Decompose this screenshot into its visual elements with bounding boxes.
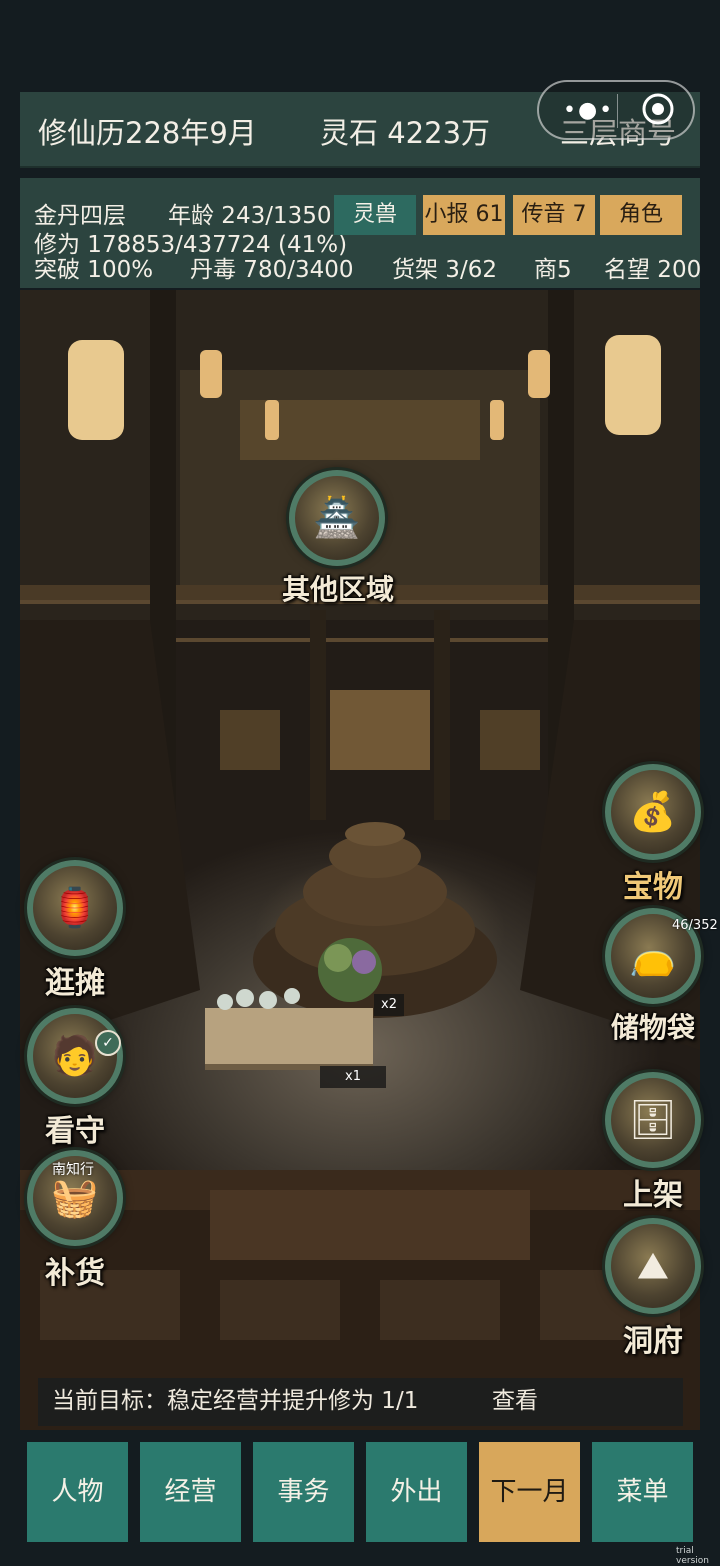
character-tag-button[interactable]: 角色	[600, 195, 682, 235]
storage-count: 46/352	[672, 918, 718, 933]
breakthrough-text: 突破 100%	[34, 257, 154, 283]
goal-view-link[interactable]: 查看	[492, 1378, 538, 1424]
treasure-label: 宝物	[623, 870, 683, 905]
list-goods-hotspot[interactable]: 🗄 上架	[600, 1072, 706, 1214]
nav-affairs-button[interactable]: 事务	[253, 1442, 354, 1542]
nav-outing-button[interactable]: 外出	[366, 1442, 467, 1542]
message-button[interactable]: 传音 7	[513, 195, 595, 235]
calendar-date: 修仙历228年9月	[38, 116, 257, 150]
shelves-text: 货架 3/62	[392, 257, 497, 283]
stall-hotspot[interactable]: 🏮 逛摊	[22, 860, 128, 1002]
other-areas-label: 其他区域	[282, 573, 395, 606]
merchants-text: 商5	[534, 257, 572, 283]
nav-business-button[interactable]: 经营	[140, 1442, 241, 1542]
current-goal-bar: 当前目标：稳定经营并提升修为 1/1 查看	[38, 1378, 683, 1426]
cave-hotspot[interactable]: ⛰ 洞府	[600, 1218, 706, 1360]
guard-hotspot[interactable]: 🧑 ✓ 看守	[22, 1008, 128, 1150]
trial-watermark: trial version	[676, 1546, 709, 1566]
treasure-hotspot[interactable]: 💰 宝物	[600, 764, 706, 906]
target-icon[interactable]	[641, 92, 675, 126]
spirit-stone-count: 灵石 4223万	[320, 116, 491, 150]
goal-text: 当前目标：稳定经营并提升修为 1/1	[52, 1388, 419, 1414]
stall-label: 逛摊	[45, 966, 105, 1001]
herb-quantity: x2	[374, 994, 404, 1016]
nav-next-month-button[interactable]: 下一月	[479, 1442, 580, 1542]
mini-program-capsule[interactable]: •●•	[537, 80, 695, 140]
more-dots-icon[interactable]: •●•	[563, 98, 614, 123]
cave-icon: ⛰	[605, 1218, 701, 1314]
restock-label: 补货	[45, 1256, 105, 1291]
pottery-quantity: x1	[320, 1066, 386, 1088]
nav-character-button[interactable]: 人物	[27, 1442, 128, 1542]
nav-menu-button[interactable]: 菜单	[592, 1442, 693, 1542]
treasure-chest-icon: 💰	[605, 764, 701, 860]
storage-bag-label: 储物袋	[610, 1011, 695, 1044]
spirit-beast-button[interactable]: 灵兽	[334, 195, 416, 235]
reputation-text: 名望 200	[604, 257, 702, 283]
pavilion-icon: 🏯	[289, 470, 385, 566]
shopkeeper-icon: 🧑 ✓	[27, 1008, 123, 1104]
cave-label: 洞府	[623, 1324, 683, 1359]
newspaper-button[interactable]: 小报 61	[423, 195, 505, 235]
guard-label: 看守	[45, 1114, 105, 1149]
list-goods-label: 上架	[623, 1178, 683, 1213]
other-areas-hotspot[interactable]: 🏯 其他区域	[282, 470, 395, 608]
capsule-divider	[617, 94, 618, 128]
market-stall-icon: 🏮	[27, 860, 123, 956]
check-icon: ✓	[95, 1030, 121, 1056]
shelf-icon: 🗄	[605, 1072, 701, 1168]
restock-supplier: 南知行	[52, 1162, 94, 1178]
pill-toxin-text: 丹毒 780/3400	[190, 257, 354, 283]
